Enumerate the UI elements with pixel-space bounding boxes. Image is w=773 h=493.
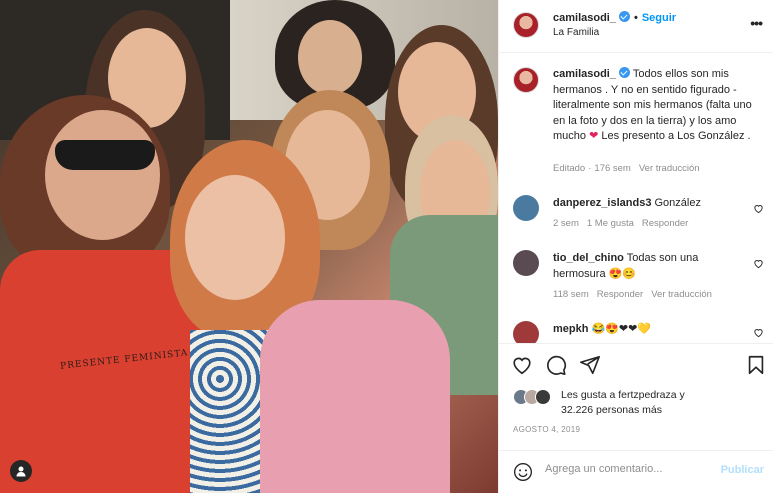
follow-button[interactable]: Seguir <box>642 12 676 24</box>
comment-body: González <box>651 197 701 209</box>
action-bar <box>499 343 773 383</box>
header-username[interactable]: camilasodi_ <box>553 12 616 24</box>
post-header: camilasodi_ • Seguir La Familia ••• <box>499 0 773 53</box>
post-date[interactable]: AGOSTO 4, 2019 <box>513 425 580 434</box>
caption-age: 176 sem <box>594 163 631 174</box>
comment-username[interactable]: mepkh <box>553 323 588 335</box>
person-face <box>185 175 285 300</box>
likes-suffix: y <box>676 389 685 401</box>
person-face <box>45 110 160 240</box>
user-tag-button[interactable] <box>10 460 32 482</box>
comment-username[interactable]: tio_del_chino <box>553 252 624 264</box>
avatar[interactable] <box>513 67 539 93</box>
heart-icon[interactable] <box>753 258 764 269</box>
comment-body: 😂😍❤❤💛 <box>588 323 652 335</box>
post-photo[interactable]: PRESENTE FEMINISTA <box>0 0 498 493</box>
location-link[interactable]: La Familia <box>553 27 599 38</box>
comment-age: 2 sem <box>553 218 579 229</box>
person-icon <box>16 466 26 477</box>
comment-text: danperez_islands3 González <box>553 196 743 212</box>
meta-separator: · <box>588 163 592 174</box>
avatar[interactable] <box>513 12 539 38</box>
more-horizontal-icon[interactable]: ••• <box>750 15 763 31</box>
comment-icon[interactable] <box>545 354 567 376</box>
likes-prefix: Les gusta a <box>561 389 619 401</box>
caption-meta: Editado · 176 sem Ver traducción <box>553 163 708 174</box>
comment-meta: 118 sem Responder Ver traducción <box>553 289 720 300</box>
avatar[interactable] <box>535 389 551 405</box>
liker-avatars <box>513 389 557 407</box>
comment-username[interactable]: danperez_islands3 <box>553 197 651 209</box>
likes-text[interactable]: Les gusta a fertzpedraza y 32.226 person… <box>561 388 685 418</box>
header-user-line: camilasodi_ • Seguir <box>553 11 676 24</box>
bookmark-icon[interactable] <box>745 354 767 376</box>
publish-button[interactable]: Publicar <box>721 464 764 476</box>
comment-likes[interactable]: 1 Me gusta <box>587 218 634 229</box>
avatar[interactable] <box>513 321 539 343</box>
comment-age: 118 sem <box>553 289 589 300</box>
heart-emoji: ❤ <box>589 130 599 142</box>
edited-label: Editado <box>553 163 586 174</box>
add-comment-bar: Publicar <box>499 450 773 493</box>
caption-username[interactable]: camilasodi_ <box>553 68 616 80</box>
caption-body-end: Les presento a Los González . <box>598 130 751 142</box>
reply-button[interactable]: Responder <box>642 218 688 229</box>
avatar[interactable] <box>513 195 539 221</box>
translate-link[interactable]: Ver traducción <box>639 163 700 174</box>
caption-text: camilasodi_ Todos ellos son mis hermanos… <box>553 67 761 145</box>
comment-meta: 2 sem 1 Me gusta Responder <box>553 218 696 229</box>
verified-badge-icon <box>618 67 630 78</box>
sunglasses <box>55 140 155 170</box>
comment-text: mepkh 😂😍❤❤💛 <box>553 322 743 338</box>
pink-shirt <box>260 300 450 493</box>
heart-icon[interactable] <box>753 327 764 338</box>
heart-icon[interactable] <box>511 354 533 376</box>
liker-username[interactable]: fertzpedraza <box>618 389 676 401</box>
person-face <box>298 20 362 95</box>
heart-icon[interactable] <box>753 203 764 214</box>
comment-input[interactable] <box>545 463 705 475</box>
avatar[interactable] <box>513 250 539 276</box>
comment-text: tio_del_chino Todas son una hermosura 😍😊 <box>553 251 743 282</box>
likes-count[interactable]: 32.226 personas más <box>561 404 662 416</box>
smiley-icon[interactable] <box>513 462 533 482</box>
comments-list[interactable]: camilasodi_ Todos ellos son mis hermanos… <box>499 53 773 343</box>
share-icon[interactable] <box>579 354 601 376</box>
translate-link[interactable]: Ver traducción <box>651 289 712 300</box>
post-details-panel: camilasodi_ • Seguir La Familia ••• camila… <box>498 0 773 493</box>
reply-button[interactable]: Responder <box>597 289 643 300</box>
verified-badge-icon <box>618 11 630 22</box>
separator-dot: • <box>633 12 638 24</box>
